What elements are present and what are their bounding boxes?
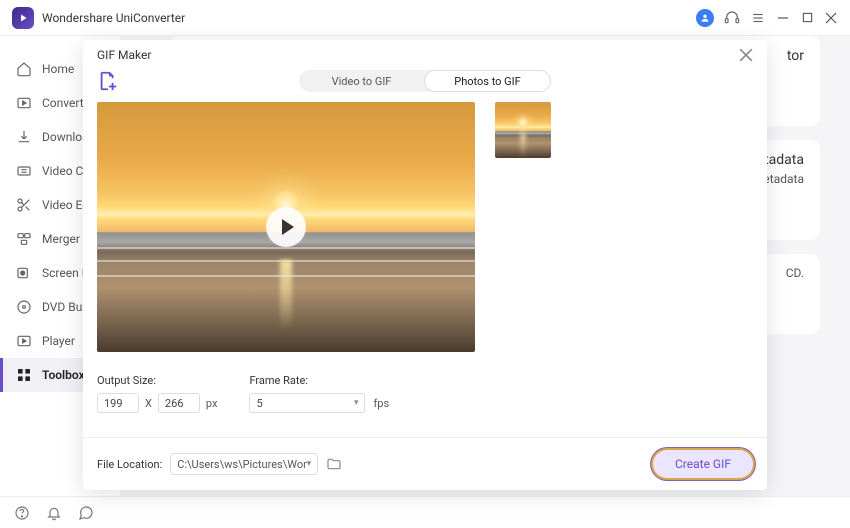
sidebar-item-label: Merger: [42, 232, 80, 246]
close-button[interactable]: [824, 11, 838, 25]
mode-segmented: Video to GIF Photos to GIF: [299, 70, 551, 92]
disc-icon: [16, 299, 32, 315]
compressor-icon: [16, 163, 32, 179]
open-folder-button[interactable]: [326, 456, 342, 472]
add-file-button[interactable]: [97, 70, 119, 92]
fps-label: fps: [373, 397, 389, 410]
menu-icon[interactable]: [750, 10, 766, 26]
multiply-label: X: [145, 397, 152, 410]
thumbnail[interactable]: [495, 102, 551, 158]
scissors-icon: [16, 197, 32, 213]
gif-maker-modal: GIF Maker Video to GIF Photos to GIF: [83, 40, 767, 490]
tab-photos-to-gif[interactable]: Photos to GIF: [424, 70, 551, 92]
home-icon: [16, 61, 32, 77]
headset-icon[interactable]: [724, 10, 740, 26]
frame-rate-label: Frame Rate:: [249, 374, 389, 387]
sidebar-item-label: Player: [42, 334, 75, 348]
merger-icon: [16, 231, 32, 247]
toolbox-icon: [16, 367, 32, 383]
play-icon: [16, 333, 32, 349]
app-logo: [12, 7, 34, 29]
minimize-button[interactable]: [776, 11, 790, 25]
sidebar-item-label: Toolbox: [42, 368, 85, 382]
output-size-label: Output Size:: [97, 374, 217, 387]
thumbnail-list: [495, 102, 753, 352]
tab-video-to-gif[interactable]: Video to GIF: [299, 70, 424, 92]
file-location-value: C:\Users\ws\Pictures\Wonders: [177, 458, 306, 471]
bell-icon[interactable]: [46, 505, 62, 521]
chevron-down-icon: ▾: [354, 398, 359, 408]
file-location-select[interactable]: C:\Users\ws\Pictures\Wonders ▾: [170, 453, 318, 475]
user-avatar[interactable]: [696, 9, 714, 27]
app-title: Wondershare UniConverter: [42, 11, 185, 25]
download-icon: [16, 129, 32, 145]
play-button[interactable]: [266, 207, 306, 247]
maximize-button[interactable]: [800, 11, 814, 25]
feedback-icon[interactable]: [78, 505, 94, 521]
help-icon[interactable]: [14, 505, 30, 521]
converter-icon: [16, 95, 32, 111]
create-gif-button[interactable]: Create GIF: [653, 450, 753, 478]
chevron-down-icon: ▾: [307, 459, 312, 469]
sidebar-item-label: Home: [42, 62, 74, 76]
footer: [0, 496, 850, 528]
frame-rate-select[interactable]: 5 ▾: [249, 393, 365, 413]
titlebar: Wondershare UniConverter: [0, 0, 850, 36]
modal-close-button[interactable]: [739, 48, 753, 62]
file-location-label: File Location:: [97, 458, 162, 471]
frame-rate-value: 5: [256, 397, 262, 410]
px-label: px: [206, 397, 218, 410]
preview-pane: [97, 102, 475, 352]
recorder-icon: [16, 265, 32, 281]
modal-title: GIF Maker: [97, 48, 151, 62]
output-height-input[interactable]: [158, 393, 200, 413]
output-width-input[interactable]: [97, 393, 139, 413]
